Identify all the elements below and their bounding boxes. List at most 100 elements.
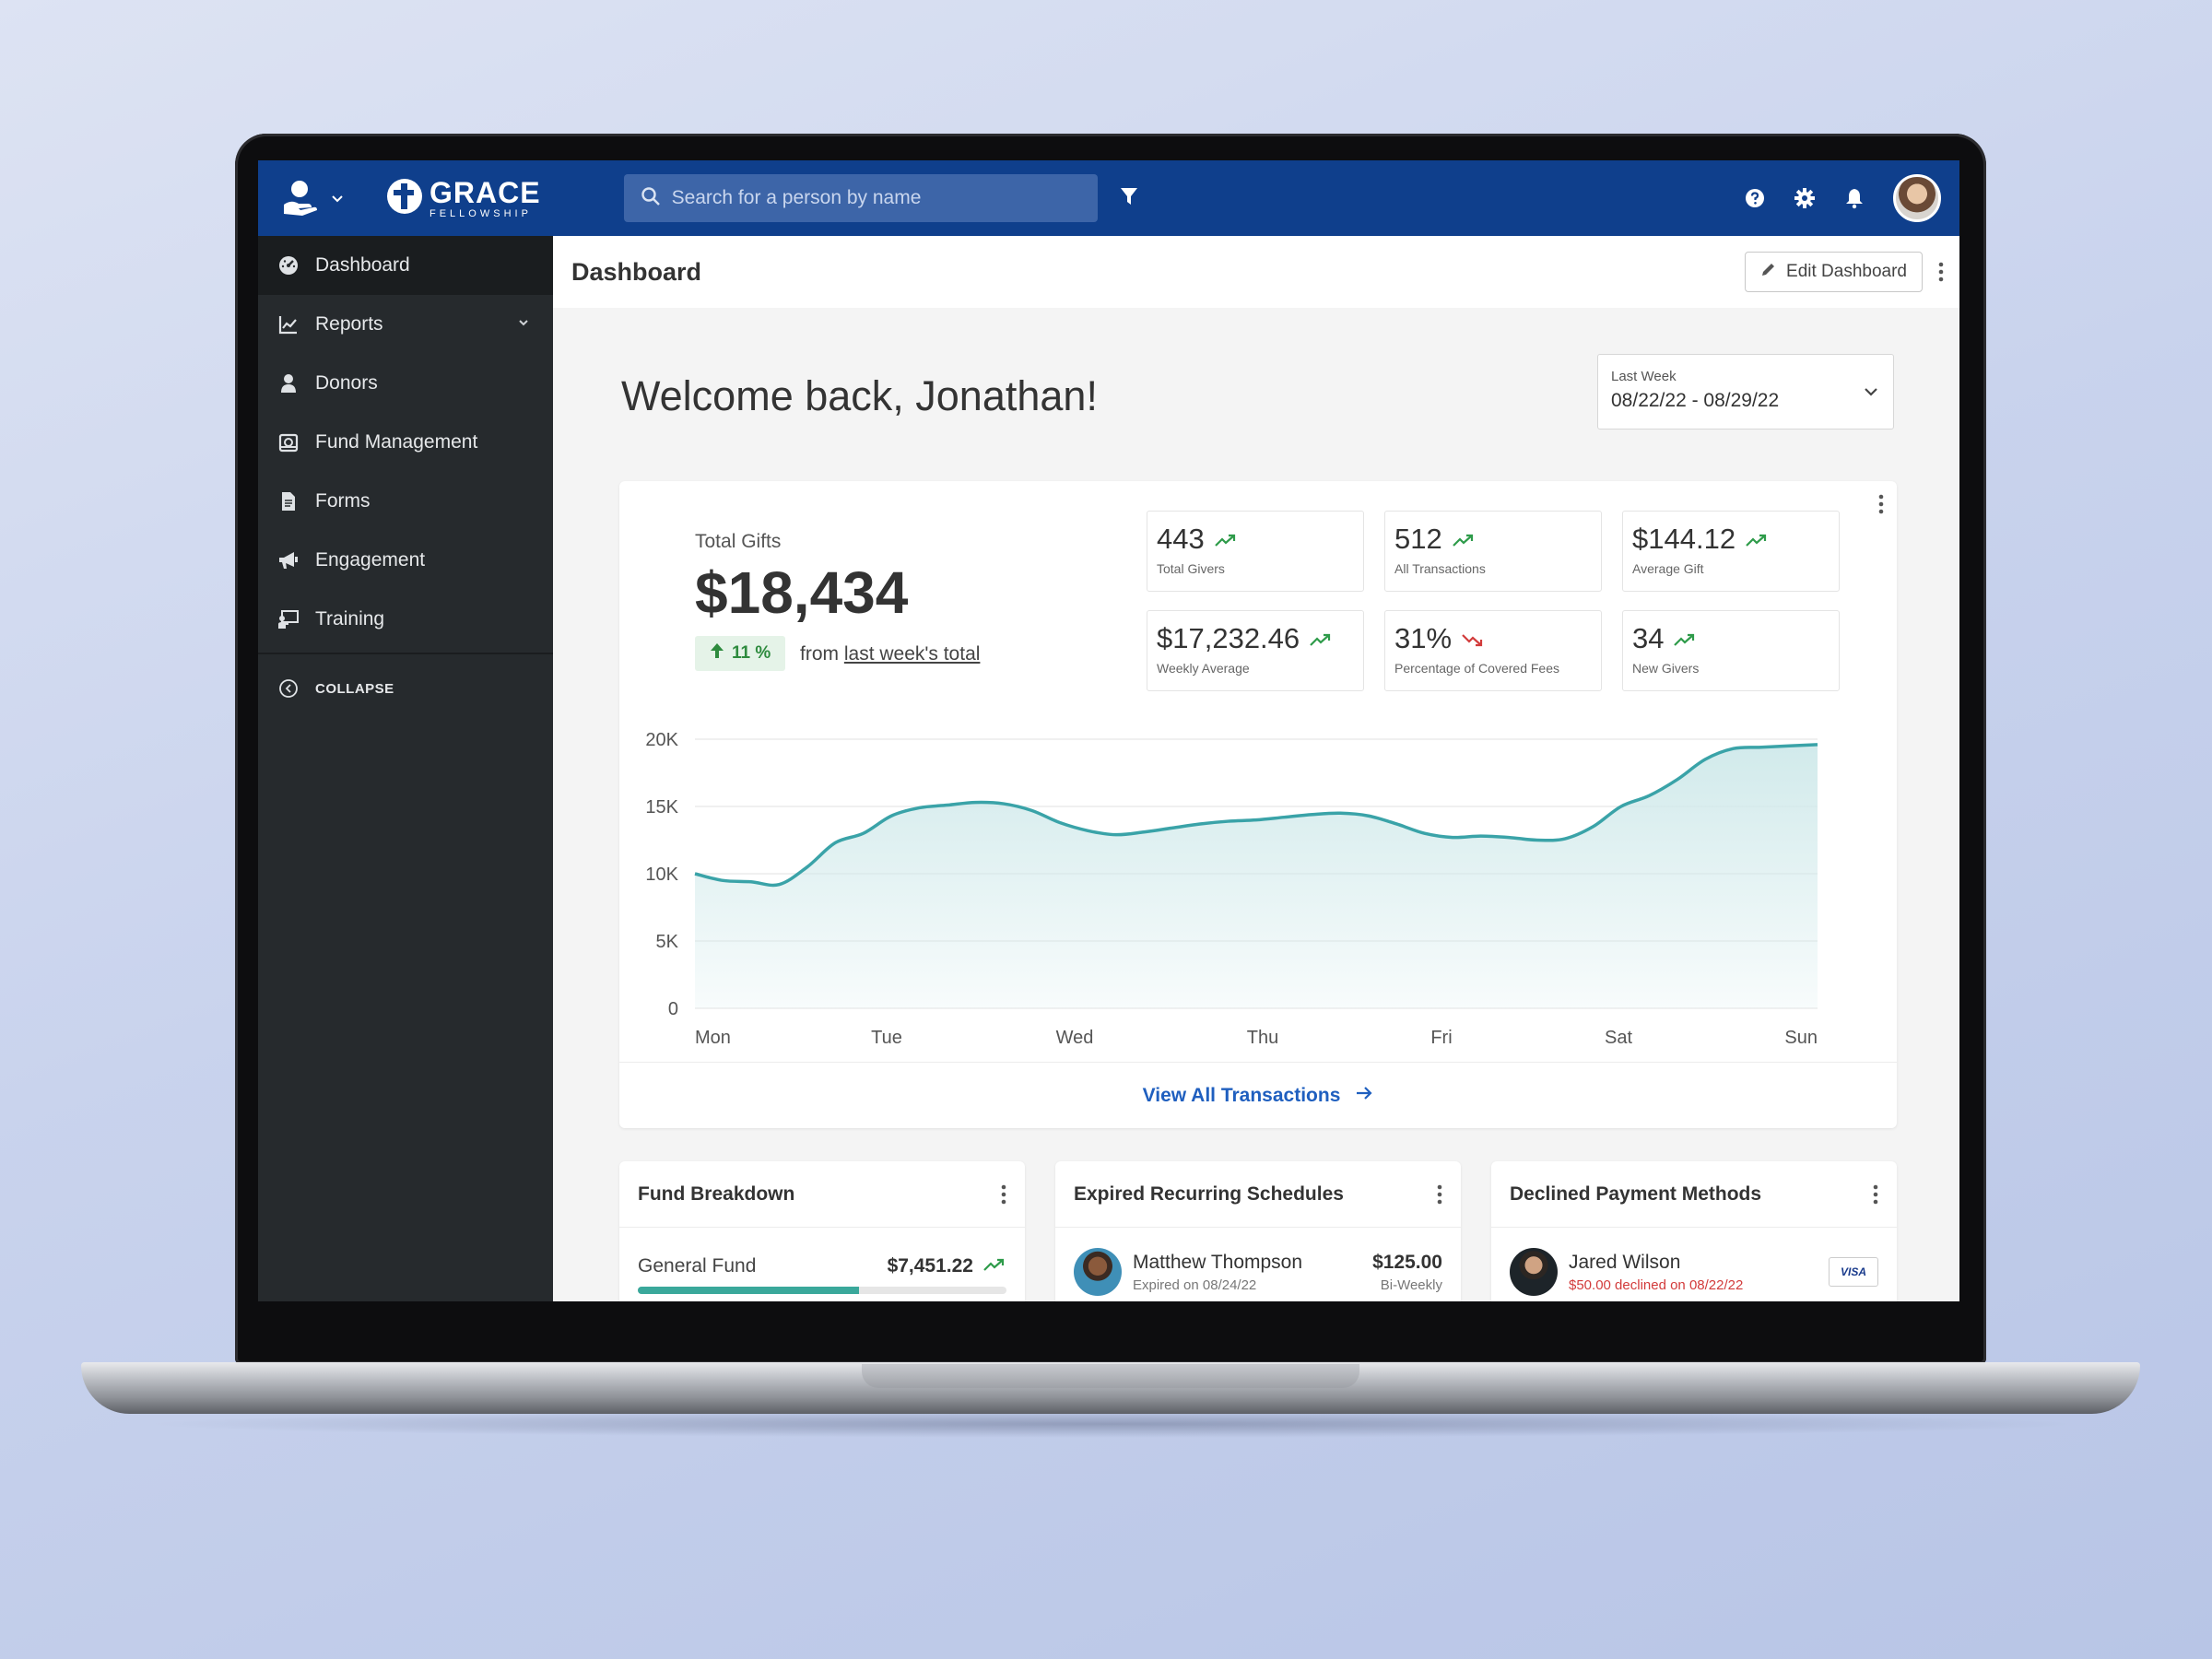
schedule-amount: $125.00	[1372, 1251, 1442, 1273]
laptop-shadow	[138, 1410, 2083, 1438]
chart-area-fill	[695, 744, 1818, 1008]
sidebar: Dashboard Reports Donors Fund Management	[258, 236, 553, 1301]
sidebar-item-reports[interactable]: Reports	[258, 295, 553, 354]
sidebar-item-forms[interactable]: Forms	[258, 472, 553, 531]
kebab-icon	[1873, 1184, 1878, 1204]
change-prefix: from	[800, 643, 839, 665]
search-box	[623, 174, 1098, 222]
collapse-button[interactable]: COLLAPSE	[258, 654, 553, 723]
x-tick-label: Sun	[1784, 1028, 1818, 1048]
change-badge: 11 %	[695, 636, 786, 671]
collapse-label: COLLAPSE	[315, 680, 394, 697]
fund-breakdown-more-button[interactable]	[1001, 1184, 1006, 1205]
stat-label: Weekly Average	[1157, 661, 1250, 676]
chevron-down-icon	[330, 191, 345, 206]
stat-label: Percentage of Covered Fees	[1394, 661, 1559, 676]
edit-dashboard-button[interactable]: Edit Dashboard	[1745, 252, 1923, 292]
sidebar-item-label: Fund Management	[315, 431, 478, 453]
stat-value: 31%	[1394, 622, 1453, 654]
person-name: Jared Wilson	[1569, 1251, 1681, 1273]
declined-title: Declined Payment Methods	[1510, 1182, 1762, 1205]
y-tick-label: 0	[668, 999, 678, 1019]
change-text: from last week's total	[800, 643, 980, 665]
bell-icon[interactable]	[1843, 187, 1865, 209]
x-tick-label: Mon	[695, 1028, 731, 1048]
document-icon	[276, 491, 300, 512]
trend-up-icon	[1673, 622, 1697, 655]
help-icon[interactable]	[1744, 187, 1766, 209]
sidebar-item-dashboard[interactable]: Dashboard	[258, 236, 553, 295]
page-title: Dashboard	[571, 257, 702, 286]
stat-label: All Transactions	[1394, 561, 1486, 576]
sidebar-item-engagement[interactable]: Engagement	[258, 531, 553, 590]
kebab-icon	[1938, 262, 1944, 282]
gear-icon[interactable]	[1794, 187, 1816, 209]
presentation-icon	[276, 609, 300, 629]
laptop-notch	[862, 1364, 1359, 1388]
stat-card: $144.12 Average Gift	[1622, 511, 1840, 592]
total-gifts-chart: 20K 15K 10K 5K 0 Mon Tue Wed Thu Fri Sat Sun	[645, 730, 1818, 1048]
gifts-card-more-button[interactable]	[1878, 494, 1884, 519]
expired-schedules-card: Expired Recurring Schedules Matthew Thom…	[1055, 1161, 1461, 1301]
fund-progress-bar	[638, 1287, 1006, 1294]
y-tick-label: 5K	[656, 932, 679, 952]
expired-title: Expired Recurring Schedules	[1074, 1182, 1344, 1205]
sidebar-item-training[interactable]: Training	[258, 590, 553, 649]
stat-value: 34	[1632, 622, 1665, 654]
kebab-icon	[1001, 1184, 1006, 1204]
edit-dashboard-label: Edit Dashboard	[1786, 262, 1907, 281]
sidebar-item-donors[interactable]: Donors	[258, 354, 553, 413]
declined-payment-row[interactable]: Jared Wilson $50.00 declined on 08/22/22…	[1491, 1248, 1897, 1296]
fund-breakdown-title: Fund Breakdown	[638, 1182, 795, 1205]
welcome-heading: Welcome back, Jonathan!	[621, 372, 1098, 419]
view-all-label: View All Transactions	[1142, 1084, 1341, 1106]
trend-up-icon	[1745, 523, 1769, 556]
date-range-value: 08/22/22 - 08/29/22	[1611, 390, 1780, 411]
user-avatar[interactable]	[1893, 174, 1941, 222]
stat-value: $17,232.46	[1157, 622, 1300, 654]
fund-box-icon	[276, 432, 300, 453]
stat-card: 443 Total Givers	[1147, 511, 1364, 592]
chevron-left-circle-icon	[276, 678, 300, 699]
arrow-up-icon	[710, 642, 724, 665]
total-gifts-value: $18,434	[695, 559, 909, 626]
gauge-icon	[276, 255, 300, 276]
declined-more-button[interactable]	[1873, 1184, 1878, 1205]
main-content: Dashboard Edit Dashboard Welcome back, J…	[553, 236, 1959, 1301]
search-input[interactable]	[671, 187, 1077, 209]
trend-up-icon	[1452, 523, 1476, 556]
y-tick-label: 15K	[645, 797, 678, 818]
expired-schedule-row[interactable]: Matthew Thompson Expired on 08/24/22 $12…	[1055, 1248, 1461, 1296]
pencil-icon	[1760, 261, 1777, 283]
date-range-picker[interactable]: Last Week 08/22/22 - 08/29/22	[1597, 354, 1894, 429]
chevron-down-icon	[1862, 382, 1880, 406]
search-icon	[641, 186, 661, 211]
trend-up-icon	[982, 1255, 1006, 1277]
x-tick-label: Fri	[1430, 1028, 1452, 1048]
x-tick-label: Tue	[871, 1028, 902, 1048]
view-all-transactions-link[interactable]: View All Transactions	[619, 1062, 1897, 1128]
top-icons	[1744, 174, 1941, 222]
date-range-label: Last Week	[1611, 369, 1677, 384]
chart-line-icon	[276, 314, 300, 335]
sidebar-item-fund-management[interactable]: Fund Management	[258, 413, 553, 472]
y-tick-label: 10K	[645, 865, 678, 885]
fund-row[interactable]: General Fund $7,451.22	[619, 1255, 1025, 1277]
grace-fellowship-logo[interactable]: GRACE FELLOWSHIP	[385, 177, 541, 220]
stat-card: 512 All Transactions	[1384, 511, 1602, 592]
filter-icon	[1118, 187, 1140, 211]
last-week-link[interactable]: last week's total	[844, 643, 981, 665]
hand-person-icon	[278, 177, 321, 219]
sidebar-item-label: Dashboard	[315, 254, 410, 276]
header-more-button[interactable]	[1923, 262, 1959, 282]
expired-more-button[interactable]	[1437, 1184, 1442, 1205]
sidebar-item-label: Engagement	[315, 549, 426, 571]
fund-breakdown-card: Fund Breakdown General Fund $7,451.22	[619, 1161, 1025, 1301]
account-switcher[interactable]	[278, 177, 345, 219]
stat-label: Average Gift	[1632, 561, 1704, 576]
total-gifts-label: Total Gifts	[695, 531, 782, 552]
filter-button[interactable]	[1118, 185, 1140, 212]
declined-detail: $50.00 declined on 08/22/22	[1569, 1277, 1744, 1293]
stat-label: Total Givers	[1157, 561, 1225, 576]
x-tick-label: Wed	[1056, 1028, 1094, 1048]
